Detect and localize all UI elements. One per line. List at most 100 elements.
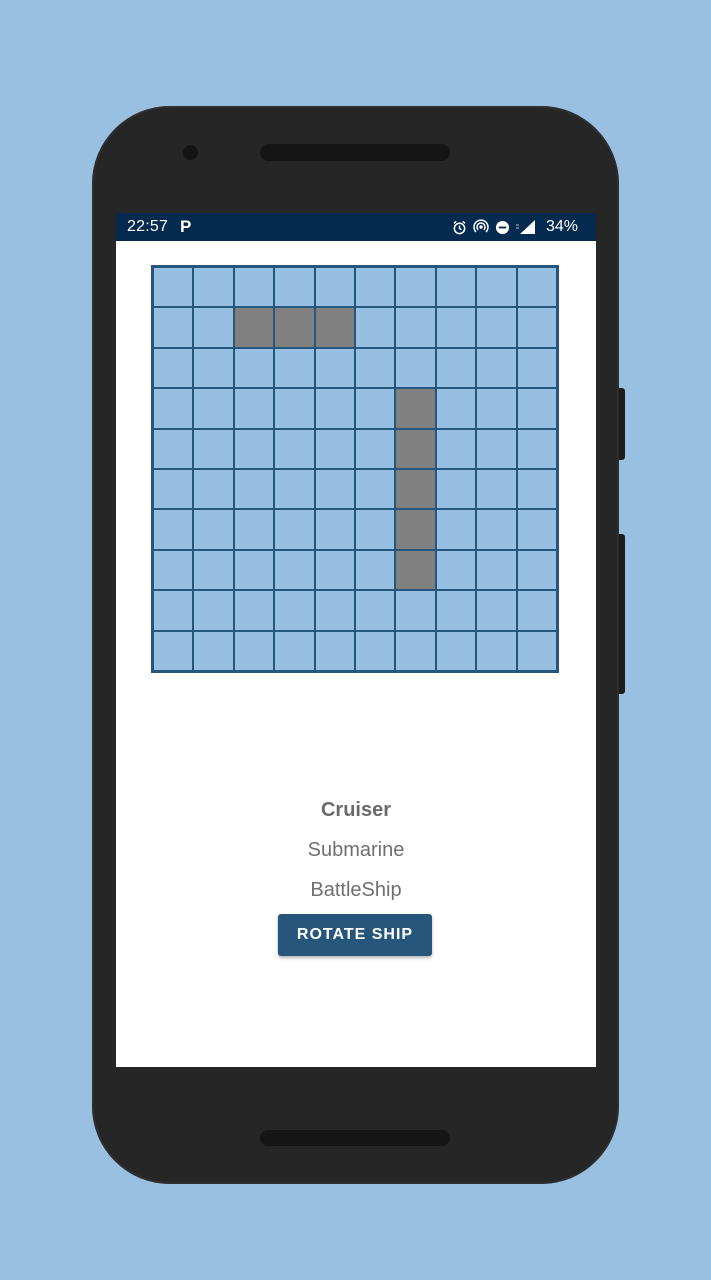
water-cell[interactable] [154,591,193,630]
water-cell[interactable] [194,470,233,509]
water-cell[interactable] [356,470,395,509]
ship-item-submarine[interactable]: Submarine [116,835,596,875]
water-cell[interactable] [517,591,556,630]
water-cell[interactable] [275,591,314,630]
water-cell[interactable] [396,631,435,670]
water-cell[interactable] [275,389,314,428]
water-cell[interactable] [234,631,274,670]
water-cell[interactable] [517,308,556,347]
water-cell[interactable] [436,510,476,549]
ship-cell[interactable] [396,510,435,549]
water-cell[interactable] [477,591,516,630]
water-cell[interactable] [477,631,516,670]
water-cell[interactable] [234,591,274,630]
water-cell[interactable] [477,268,516,307]
water-cell[interactable] [356,510,395,549]
water-cell[interactable] [154,268,193,307]
ship-cell[interactable] [275,308,314,347]
water-cell[interactable] [436,348,476,388]
water-cell[interactable] [154,429,193,468]
water-cell[interactable] [356,268,395,307]
water-cell[interactable] [315,631,354,670]
water-cell[interactable] [315,429,354,468]
rotate-ship-button[interactable]: ROTATE SHIP [278,914,432,956]
water-cell[interactable] [436,308,476,347]
water-cell[interactable] [356,308,395,347]
water-cell[interactable] [477,348,516,388]
water-cell[interactable] [234,389,274,428]
water-cell[interactable] [234,429,274,468]
water-cell[interactable] [477,389,516,428]
ship-cell[interactable] [234,308,274,347]
water-cell[interactable] [517,389,556,428]
water-cell[interactable] [436,429,476,468]
water-cell[interactable] [315,348,354,388]
water-cell[interactable] [275,631,314,670]
ship-cell[interactable] [396,550,435,590]
water-cell[interactable] [477,550,516,590]
water-cell[interactable] [234,510,274,549]
water-cell[interactable] [477,470,516,509]
water-cell[interactable] [477,308,516,347]
water-cell[interactable] [194,429,233,468]
water-cell[interactable] [436,550,476,590]
water-cell[interactable] [517,510,556,549]
water-cell[interactable] [517,268,556,307]
water-cell[interactable] [275,510,314,549]
water-cell[interactable] [194,591,233,630]
water-cell[interactable] [154,389,193,428]
water-cell[interactable] [396,268,435,307]
water-cell[interactable] [436,631,476,670]
water-cell[interactable] [234,348,274,388]
water-cell[interactable] [436,470,476,509]
water-cell[interactable] [154,348,193,388]
water-cell[interactable] [234,550,274,590]
water-cell[interactable] [275,470,314,509]
water-cell[interactable] [154,631,193,670]
water-cell[interactable] [356,631,395,670]
water-cell[interactable] [396,308,435,347]
water-cell[interactable] [154,470,193,509]
water-cell[interactable] [315,510,354,549]
water-cell[interactable] [234,470,274,509]
water-cell[interactable] [154,308,193,347]
ship-cell[interactable] [315,308,354,347]
game-board[interactable] [151,265,559,673]
water-cell[interactable] [517,429,556,468]
water-cell[interactable] [154,510,193,549]
water-cell[interactable] [194,510,233,549]
water-cell[interactable] [356,429,395,468]
ship-item-cruiser[interactable]: Cruiser [116,795,596,835]
water-cell[interactable] [356,348,395,388]
water-cell[interactable] [315,389,354,428]
water-cell[interactable] [315,550,354,590]
water-cell[interactable] [517,550,556,590]
water-cell[interactable] [436,591,476,630]
water-cell[interactable] [436,268,476,307]
water-cell[interactable] [194,550,233,590]
water-cell[interactable] [396,591,435,630]
ship-cell[interactable] [396,470,435,509]
ship-cell[interactable] [396,389,435,428]
water-cell[interactable] [477,510,516,549]
water-cell[interactable] [356,389,395,428]
water-cell[interactable] [194,268,233,307]
water-cell[interactable] [275,348,314,388]
water-cell[interactable] [234,268,274,307]
water-cell[interactable] [477,429,516,468]
water-cell[interactable] [315,470,354,509]
water-cell[interactable] [275,550,314,590]
water-cell[interactable] [517,631,556,670]
water-cell[interactable] [275,268,314,307]
water-cell[interactable] [194,308,233,347]
water-cell[interactable] [154,550,193,590]
water-cell[interactable] [517,348,556,388]
water-cell[interactable] [517,470,556,509]
water-cell[interactable] [436,389,476,428]
water-cell[interactable] [396,348,435,388]
water-cell[interactable] [315,268,354,307]
water-cell[interactable] [315,591,354,630]
ship-cell[interactable] [396,429,435,468]
ship-item-battleship[interactable]: BattleShip [116,875,596,915]
water-cell[interactable] [194,389,233,428]
